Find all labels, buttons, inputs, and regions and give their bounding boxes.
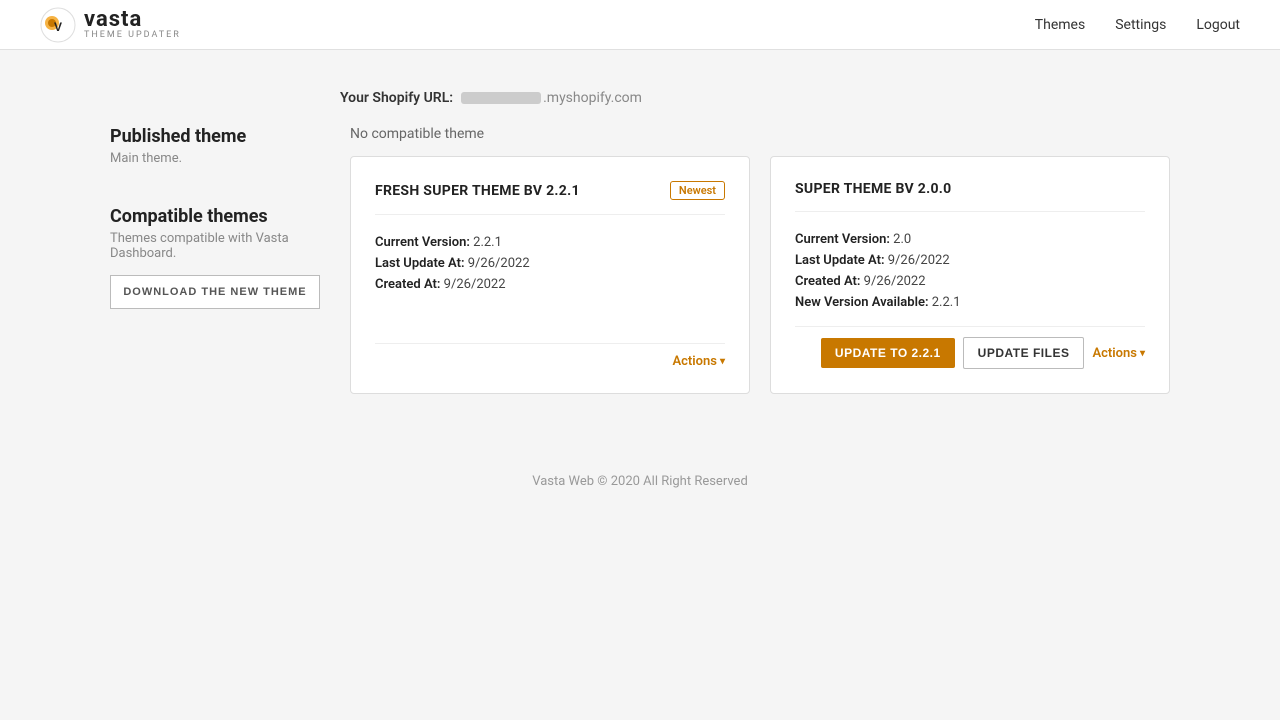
footer: Vasta Web © 2020 All Right Reserved — [0, 434, 1280, 509]
logo-sub: THEME UPDATER — [84, 31, 181, 40]
shopify-url-suffix: .myshopify.com — [543, 90, 642, 106]
sidebar: Published theme Main theme. Compatible t… — [110, 126, 320, 394]
detail-super-new-version: New Version Available: 2.2.1 — [795, 295, 1145, 310]
nav-themes[interactable]: Themes — [1035, 17, 1085, 33]
footer-text: Vasta Web © 2020 All Right Reserved — [532, 474, 748, 489]
shopify-url-row: Your Shopify URL: .myshopify.com — [340, 90, 1170, 106]
fresh-actions-button[interactable]: Actions ▾ — [672, 354, 725, 369]
theme-card-fresh: FRESH SUPER THEME BV 2.2.1 Newest Curren… — [350, 156, 750, 394]
detail-current-version: Current Version: 2.2.1 — [375, 235, 725, 250]
header: V vasta THEME UPDATER Themes Settings Lo… — [0, 0, 1280, 50]
compatible-title: Compatible themes — [110, 206, 320, 227]
theme-super-details: Current Version: 2.0 Last Update At: 9/2… — [795, 232, 1145, 310]
logo-text: vasta THEME UPDATER — [84, 9, 181, 40]
fresh-actions-label: Actions — [672, 354, 717, 369]
theme-fresh-details: Current Version: 2.2.1 Last Update At: 9… — [375, 235, 725, 292]
no-compatible-text: No compatible theme — [350, 126, 484, 142]
themes-area: No compatible theme FRESH SUPER THEME BV… — [350, 126, 1170, 394]
update-files-button[interactable]: UPDATE FILES — [963, 337, 1085, 369]
shopify-url-value: .myshopify.com — [461, 90, 642, 106]
theme-card-fresh-header: FRESH SUPER THEME BV 2.2.1 Newest — [375, 181, 725, 215]
detail-last-update: Last Update At: 9/26/2022 — [375, 256, 725, 271]
detail-super-created: Created At: 9/26/2022 — [795, 274, 1145, 289]
shopify-url-blurred — [461, 92, 541, 104]
nav-logout[interactable]: Logout — [1196, 17, 1240, 33]
theme-super-name: SUPER THEME BV 2.0.0 — [795, 181, 952, 197]
shopify-url-label: Your Shopify URL: — [340, 90, 453, 106]
theme-fresh-footer: Actions ▾ — [375, 343, 725, 369]
super-actions-button[interactable]: Actions ▾ — [1092, 346, 1145, 361]
update-to-221-button[interactable]: UPDATE TO 2.2.1 — [821, 338, 955, 368]
no-compatible-row: No compatible theme — [350, 126, 1170, 142]
published-section: Published theme Main theme. — [110, 126, 320, 166]
compatible-section: Compatible themes Themes compatible with… — [110, 206, 320, 309]
logo: V vasta THEME UPDATER — [40, 7, 181, 43]
theme-super-footer: UPDATE TO 2.2.1 UPDATE FILES Actions ▾ — [795, 326, 1145, 369]
vasta-logo-icon: V — [40, 7, 76, 43]
svg-text:V: V — [54, 20, 62, 34]
theme-fresh-name: FRESH SUPER THEME BV 2.2.1 — [375, 183, 580, 199]
super-actions-label: Actions — [1092, 346, 1137, 361]
themes-grid: FRESH SUPER THEME BV 2.2.1 Newest Curren… — [350, 156, 1170, 394]
main-content: Your Shopify URL: .myshopify.com Publish… — [90, 50, 1190, 434]
nav-settings[interactable]: Settings — [1115, 17, 1166, 33]
content-row: Published theme Main theme. Compatible t… — [110, 126, 1170, 394]
super-actions-chevron-icon: ▾ — [1140, 348, 1145, 359]
theme-card-super: SUPER THEME BV 2.0.0 Current Version: 2.… — [770, 156, 1170, 394]
published-title: Published theme — [110, 126, 320, 147]
theme-card-super-header: SUPER THEME BV 2.0.0 — [795, 181, 1145, 212]
detail-super-current-version: Current Version: 2.0 — [795, 232, 1145, 247]
detail-created: Created At: 9/26/2022 — [375, 277, 725, 292]
logo-name: vasta — [84, 9, 181, 31]
main-nav: Themes Settings Logout — [1035, 17, 1240, 33]
newest-badge: Newest — [670, 181, 725, 200]
published-sub: Main theme. — [110, 151, 320, 166]
detail-super-last-update: Last Update At: 9/26/2022 — [795, 253, 1145, 268]
compatible-sub: Themes compatible with Vasta Dashboard. — [110, 231, 320, 261]
fresh-actions-chevron-icon: ▾ — [720, 356, 725, 367]
download-new-theme-button[interactable]: DOWNLOAD THE NEW THEME — [110, 275, 320, 309]
